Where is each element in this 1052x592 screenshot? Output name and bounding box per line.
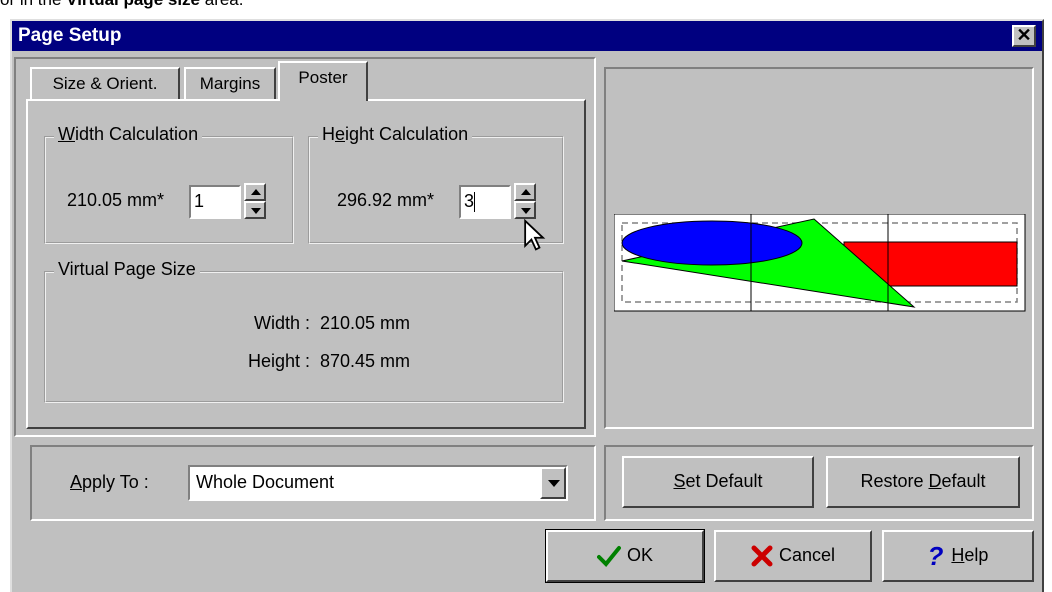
width-calculation-legend: Width Calculation bbox=[54, 124, 203, 145]
tab-poster[interactable]: Poster bbox=[278, 61, 368, 101]
height-calculation-legend: Height Calculation bbox=[318, 124, 473, 145]
close-icon: ✕ bbox=[1016, 25, 1032, 45]
close-button[interactable]: ✕ bbox=[1012, 25, 1036, 47]
mouse-pointer-icon bbox=[524, 219, 546, 251]
apply-to-select[interactable]: Whole Document bbox=[188, 465, 568, 501]
cancel-button[interactable]: Cancel bbox=[714, 530, 872, 582]
arrow-down-icon bbox=[251, 208, 261, 214]
virtual-height-value: 870.45 mm bbox=[320, 351, 411, 371]
width-spin-up[interactable] bbox=[244, 183, 266, 201]
set-default-button[interactable]: Set Default bbox=[622, 456, 814, 508]
width-mm-label: 210.05 mm* bbox=[67, 190, 165, 210]
text-cursor bbox=[474, 192, 476, 213]
virtual-width-value: 210.05 mm bbox=[320, 313, 411, 333]
ok-button[interactable]: OK bbox=[545, 529, 705, 583]
apply-to-value: Whole Document bbox=[196, 472, 335, 492]
virtual-width-label: Width : bbox=[253, 313, 310, 333]
arrow-up-icon bbox=[251, 189, 261, 195]
tab-label: Size & Orient. bbox=[52, 74, 158, 93]
virtual-page-size-group bbox=[44, 271, 564, 403]
width-spinner[interactable] bbox=[244, 183, 266, 219]
height-spinner[interactable] bbox=[514, 183, 536, 219]
tab-size-orient[interactable]: Size & Orient. bbox=[30, 67, 180, 101]
arrow-up-icon bbox=[521, 189, 531, 195]
width-multiplier-input[interactable]: 1 bbox=[189, 185, 241, 219]
question-mark-icon: ? bbox=[927, 541, 944, 572]
arrow-down-icon bbox=[521, 208, 531, 214]
help-button[interactable]: ? Help bbox=[882, 530, 1034, 582]
caption-text: or in the Virtual page size area. bbox=[0, 0, 244, 10]
width-spin-down[interactable] bbox=[244, 201, 266, 219]
apply-to-label: Apply To : bbox=[70, 472, 149, 492]
title-bar: Page Setup ✕ bbox=[12, 21, 1042, 51]
cancel-x-icon bbox=[751, 545, 773, 567]
page-setup-dialog: Page Setup ✕ Size & Orient. Margins Post… bbox=[10, 19, 1044, 592]
height-multiplier-input[interactable]: 3 bbox=[459, 185, 511, 219]
poster-preview bbox=[614, 214, 1026, 312]
restore-default-button[interactable]: Restore Default bbox=[826, 456, 1020, 508]
dialog-title: Page Setup bbox=[18, 25, 122, 46]
virtual-page-size-legend: Virtual Page Size bbox=[54, 259, 200, 280]
tab-margins[interactable]: Margins bbox=[184, 67, 276, 101]
height-spin-down[interactable] bbox=[514, 201, 536, 219]
height-mm-label: 296.92 mm* bbox=[337, 190, 435, 210]
virtual-height-label: Height : bbox=[247, 351, 310, 371]
checkmark-icon bbox=[596, 546, 621, 568]
dropdown-button[interactable] bbox=[540, 467, 566, 499]
tab-label: Margins bbox=[199, 74, 261, 93]
height-spin-up[interactable] bbox=[514, 183, 536, 201]
preview-blue-ellipse bbox=[621, 220, 803, 266]
chevron-down-icon bbox=[548, 480, 560, 487]
tab-label: Poster bbox=[298, 68, 348, 87]
